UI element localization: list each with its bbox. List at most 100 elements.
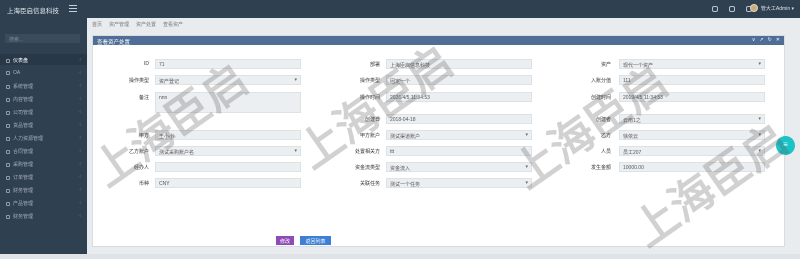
sidebar-item[interactable]: 合同管理 ‹ bbox=[0, 145, 87, 156]
sidebar-item-label: 订单管理 bbox=[13, 175, 34, 181]
field-value[interactable]: nnn bbox=[155, 92, 301, 113]
sidebar-item-label: 内容管理 bbox=[13, 97, 34, 103]
user-menu[interactable]: 管大工Admin ▾ bbox=[749, 4, 794, 12]
panel-title: 查看资产处置 bbox=[97, 39, 131, 46]
menu-icon bbox=[6, 215, 10, 219]
form-row: 币种 CNY 关联任务 测试一个任务 bbox=[93, 178, 786, 190]
sidebar-item[interactable]: 订单管理 ‹ bbox=[0, 171, 87, 182]
form-row: 经办人 资金流类型资金流入 发生金额 10000.00 bbox=[93, 162, 786, 174]
menu-toggle-icon[interactable] bbox=[69, 5, 78, 13]
sidebar-item-label: 人力资源管理 bbox=[13, 136, 44, 142]
sidebar-item[interactable]: 公司管理 ‹ bbox=[0, 106, 87, 117]
menu-icon bbox=[6, 59, 10, 63]
sidebar-item[interactable]: 系统管理 ‹ bbox=[0, 80, 87, 91]
field-value[interactable]: 2026/4/5 11:34:53 bbox=[386, 92, 532, 102]
field-label: 入账分值 bbox=[590, 78, 611, 84]
field-value[interactable]: 云南1之 bbox=[619, 114, 765, 124]
sidebar-item[interactable]: OA ‹ bbox=[0, 67, 87, 78]
sidebar-item-label: 财务管理 bbox=[13, 214, 34, 220]
chevron-left-icon: ‹ bbox=[79, 57, 81, 63]
sidebar-item-label: 公司管理 bbox=[13, 110, 34, 116]
field-label: 部署 bbox=[369, 62, 380, 68]
field-value[interactable] bbox=[155, 162, 301, 172]
sidebar-item[interactable]: 产品管理 ‹ bbox=[0, 197, 87, 208]
field-value[interactable]: 111 bbox=[619, 75, 765, 85]
field-value[interactable]: 固定一个 bbox=[386, 75, 532, 85]
notification-icon[interactable] bbox=[712, 6, 718, 12]
menu-icon bbox=[6, 189, 10, 193]
field-label: 关联任务 bbox=[359, 181, 380, 187]
sidebar-item[interactable]: 人力资源管理 ‹ bbox=[0, 132, 87, 143]
top-navigation: 上海臣启信息科技 管大工Admin ▾ bbox=[0, 0, 800, 18]
sidebar-item-label: 财务管理 bbox=[13, 188, 34, 194]
breadcrumb-assets[interactable]: 资产管理 bbox=[109, 22, 129, 28]
form-row: 操作类型资产登记操作类型固定一个入账分值111 bbox=[93, 75, 786, 87]
field-value[interactable]: CNY bbox=[155, 178, 301, 188]
expand-icon[interactable]: ↗ bbox=[759, 37, 763, 43]
chevron-left-icon: ‹ bbox=[79, 122, 81, 128]
breadcrumb-disposal[interactable]: 资产处置 bbox=[136, 22, 156, 28]
sidebar-item[interactable]: 财务管理 ‹ bbox=[0, 184, 87, 195]
field-value[interactable]: 2018-04-18 bbox=[386, 114, 532, 124]
top-icons bbox=[712, 6, 752, 12]
field-value[interactable]: 上海臣启信息科技 bbox=[386, 59, 532, 69]
chevron-left-icon: ‹ bbox=[79, 83, 81, 89]
field-value[interactable]: 2019/4/5 11:34:53 bbox=[619, 92, 765, 102]
field-value[interactable]: 测试采购账户名 bbox=[155, 146, 301, 156]
brand-title: 上海臣启信息科技 bbox=[7, 8, 59, 15]
panel-tools: ∨ ↗ ↻ ✕ bbox=[752, 37, 780, 43]
sidebar-item[interactable]: 内容管理 ‹ bbox=[0, 93, 87, 104]
field-label: 人员 bbox=[600, 149, 611, 155]
field-value[interactable]: 王小小 bbox=[155, 130, 301, 140]
field-label: 甲方 bbox=[138, 133, 149, 139]
chevron-left-icon: ‹ bbox=[79, 187, 81, 193]
sidebar-item-label: 合同管理 bbox=[13, 149, 34, 155]
field-value[interactable]: 徐依云 bbox=[619, 130, 765, 140]
menu-icon bbox=[6, 163, 10, 167]
chevron-left-icon: ‹ bbox=[79, 135, 81, 141]
field-label: 资金流类型 bbox=[354, 165, 380, 171]
user-name: 管大工Admin ▾ bbox=[760, 5, 794, 12]
menu-icon bbox=[6, 85, 10, 89]
chevron-left-icon: ‹ bbox=[79, 174, 81, 180]
sidebar-item-label: 系统管理 bbox=[13, 84, 34, 90]
field-value[interactable]: 测试渠道账户 bbox=[386, 130, 532, 140]
sidebar-item[interactable]: 财务管理 ‹ bbox=[0, 210, 87, 221]
search-input[interactable]: 搜索... bbox=[5, 34, 80, 43]
main-content: 首页 资产管理 资产处置 查看资产 查看资产处置 ∨ ↗ ↻ ✕ ID 71 部署 上海臣启… bbox=[87, 18, 800, 254]
field-label: 处置相关方 bbox=[354, 149, 380, 155]
back-list-button[interactable]: 返回列表 bbox=[300, 236, 331, 245]
floating-menu-button[interactable]: ≡ bbox=[776, 136, 795, 155]
refresh-icon[interactable]: ↻ bbox=[768, 37, 772, 43]
collapse-icon[interactable]: ∨ bbox=[752, 37, 756, 43]
field-value[interactable]: 员工207 bbox=[619, 146, 765, 156]
field-value[interactable]: 资产登记 bbox=[155, 75, 301, 85]
sidebar-item[interactable]: 货品管理 ‹ bbox=[0, 119, 87, 130]
field-label: 发生金额 bbox=[590, 165, 611, 171]
chevron-left-icon: ‹ bbox=[79, 148, 81, 154]
field-label: 经办人 bbox=[133, 165, 149, 171]
close-icon[interactable]: ✕ bbox=[776, 37, 780, 43]
sidebar-item[interactable]: 采购管理 ‹ bbox=[0, 158, 87, 169]
home-icon[interactable] bbox=[729, 6, 735, 12]
chevron-left-icon: ‹ bbox=[79, 109, 81, 115]
sidebar-item-label: OA bbox=[13, 70, 21, 76]
breadcrumb-home[interactable]: 首页 bbox=[92, 22, 102, 28]
field-label: 甲方账户 bbox=[359, 133, 380, 139]
field-value[interactable]: 资金流入 bbox=[386, 162, 532, 172]
field-value[interactable]: ttt bbox=[386, 146, 532, 156]
field-value[interactable]: 现代一个资产 bbox=[619, 59, 765, 69]
menu-icon bbox=[6, 150, 10, 154]
field-value[interactable]: 10000.00 bbox=[619, 162, 765, 172]
sidebar-item-label: 采购管理 bbox=[13, 162, 34, 168]
menu-icon bbox=[6, 137, 10, 141]
field-value[interactable]: 71 bbox=[155, 59, 301, 69]
sidebar-item-label: 仪表盘 bbox=[13, 58, 29, 64]
menu-icon bbox=[6, 124, 10, 128]
edit-button[interactable]: 修改 bbox=[276, 236, 294, 245]
field-value[interactable]: 测试一个任务 bbox=[386, 178, 532, 188]
field-label: 创建日 bbox=[364, 117, 380, 123]
field-label: 创建者 bbox=[595, 117, 611, 123]
sidebar-item[interactable]: 仪表盘 ‹ bbox=[0, 54, 87, 65]
form-row: 备注 nnn 操作时间 2026/4/5 11:34:53 创建时间 2019/4/5 1… bbox=[93, 92, 786, 113]
